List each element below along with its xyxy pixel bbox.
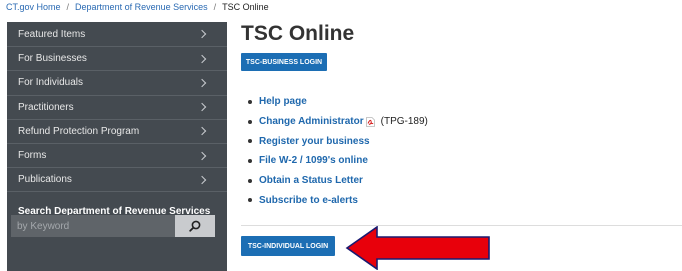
pdf-icon [365, 116, 375, 127]
breadcrumb: CT.gov Home / Department of Revenue Servic… [6, 2, 269, 12]
bullet [248, 119, 252, 124]
breadcrumb-department-link[interactable]: Department of Revenue Services [75, 2, 208, 12]
bullet [248, 158, 252, 163]
sidebar-item-label: Forms [18, 150, 47, 162]
tsc-individual-login-button[interactable]: TSC-INDIVIDUAL LOGIN [241, 236, 335, 256]
bullet [248, 99, 252, 104]
breadcrumb-current: TSC Online [222, 2, 269, 12]
sidebar-item-label: For Individuals [18, 77, 84, 89]
sidebar-item-for-businesses[interactable]: For Businesses [7, 46, 227, 70]
file-w2-1099-link[interactable]: File W-2 / 1099's online [259, 155, 368, 166]
search-input[interactable] [11, 215, 175, 237]
search-icon [189, 220, 201, 232]
bullet [248, 198, 252, 203]
list-item: File W-2 / 1099's online [248, 151, 428, 171]
sidebar-item-label: Featured Items [18, 28, 86, 40]
tsc-business-login-button[interactable]: TSC-BUSINESS LOGIN [241, 53, 327, 71]
sidebar-item-refund-protection-program[interactable]: Refund Protection Program [7, 118, 227, 143]
list-item: Subscribe to e-alerts [248, 190, 428, 210]
sidebar-item-forms[interactable]: Forms [7, 142, 227, 167]
breadcrumb-separator: / [213, 2, 217, 12]
sidebar-item-publications[interactable]: Publications [7, 167, 227, 191]
list-item: Change Administrator (TPG-189) [248, 112, 428, 132]
breadcrumb-separator: / [66, 2, 70, 12]
chevron-right-icon [197, 151, 207, 160]
chevron-right-icon [197, 29, 207, 39]
chevron-right-icon [197, 102, 207, 112]
breadcrumb-home-link[interactable]: CT.gov Home [6, 2, 61, 12]
form-code-note: (TPG-189) [380, 116, 428, 128]
list-item: Register your business [248, 131, 428, 151]
sidebar-item-label: For Businesses [18, 53, 87, 65]
bullet [248, 139, 252, 144]
sidebar-item-label: Publications [18, 174, 72, 186]
search-bar [11, 215, 215, 237]
sidebar-item-featured-items[interactable]: Featured Items [7, 22, 227, 46]
list-item: Help page [248, 92, 428, 112]
bullet [248, 178, 252, 183]
status-letter-link[interactable]: Obtain a Status Letter [259, 175, 363, 186]
sidebar-item-label: Practitioners [18, 101, 74, 113]
page-title: TSC Online [241, 22, 355, 45]
change-administrator-link[interactable]: Change Administrator [259, 116, 364, 127]
search-button[interactable] [175, 215, 215, 237]
chevron-right-icon [197, 175, 207, 184]
subscribe-ealerts-link[interactable]: Subscribe to e-alerts [259, 195, 358, 206]
chevron-right-icon [197, 127, 207, 136]
help-page-link[interactable]: Help page [259, 96, 307, 107]
list-item: Obtain a Status Letter [248, 171, 428, 191]
chevron-right-icon [197, 54, 207, 64]
register-business-link[interactable]: Register your business [259, 136, 370, 147]
sidebar-item-label: Refund Protection Program [18, 125, 140, 137]
chevron-right-icon [197, 78, 207, 88]
sidebar-item-for-individuals[interactable]: For Individuals [7, 70, 227, 94]
red-arrow-annotation [345, 226, 490, 270]
sidebar-item-practitioners[interactable]: Practitioners [7, 94, 227, 119]
link-list: Help page Change Administrator (TPG-189)… [248, 92, 428, 210]
